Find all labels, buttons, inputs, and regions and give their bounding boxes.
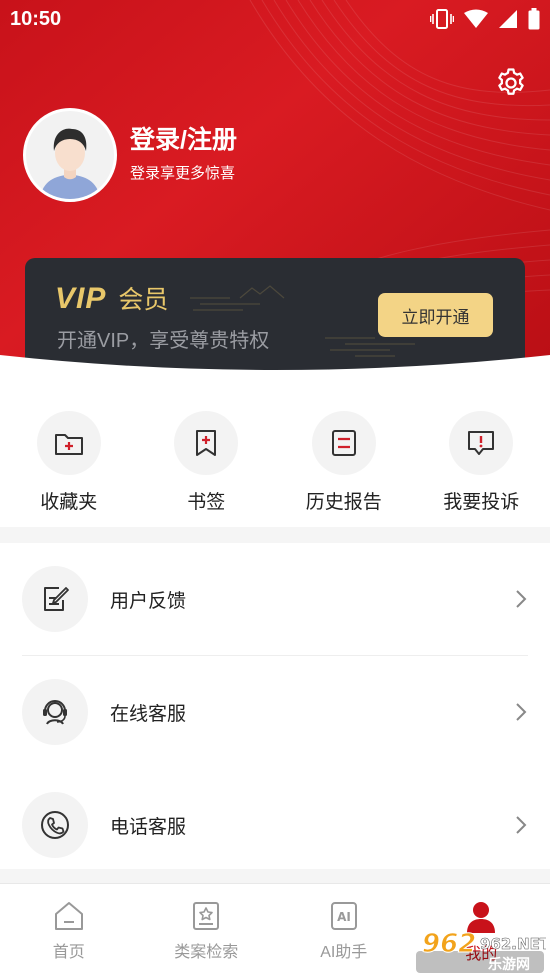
default-avatar-icon (26, 111, 114, 199)
menu-item-online-service[interactable]: 在线客服 (0, 656, 550, 768)
nav-home[interactable]: 首页 (0, 884, 138, 977)
chevron-right-icon (516, 703, 527, 721)
folder-plus-icon (54, 434, 83, 455)
chevron-right-icon (516, 590, 527, 608)
menu-item-feedback[interactable]: 用户反馈 (0, 543, 550, 655)
vip-badge-text: VIP (55, 282, 107, 315)
signal-icon (499, 10, 517, 28)
wifi-icon (464, 9, 488, 28)
watermark-sub: 乐游网 (488, 956, 530, 973)
nav-case-search-label: 类案检索 (174, 944, 239, 961)
menu-feedback-label: 用户反馈 (110, 590, 187, 612)
case-search-icon (193, 902, 220, 930)
login-register-title[interactable]: 登录/注册 (130, 120, 237, 156)
nav-case-search[interactable]: 类案检索 (138, 884, 276, 977)
settings-button[interactable] (492, 64, 530, 102)
quick-history-circle (311, 411, 376, 475)
vip-title: VIP 会员 (55, 280, 168, 316)
quick-actions: 收藏夹 书签 历史报告 我要投诉 (0, 395, 550, 527)
menu-online-service-label: 在线客服 (110, 703, 187, 725)
phone-icon (41, 811, 69, 839)
settings-menu: 用户反馈 在线客服 电话客服 (0, 543, 550, 869)
chevron-right-icon (516, 816, 527, 834)
svg-text:962: 962 (422, 929, 476, 959)
avatar[interactable] (23, 108, 117, 202)
quick-favorites[interactable]: 收藏夹 (0, 395, 138, 527)
vibrate-icon (430, 9, 454, 29)
svg-text:AI: AI (337, 910, 351, 924)
site-watermark: 962 962.NET 乐游网 (416, 929, 546, 973)
nav-home-label: 首页 (52, 944, 85, 961)
menu-online-service-circle (22, 679, 88, 745)
menu-phone-service-label: 电话客服 (110, 816, 187, 838)
nav-ai-assistant[interactable]: AI AI助手 (275, 884, 413, 977)
quick-favorites-label: 收藏夹 (40, 492, 98, 513)
menu-item-phone-service[interactable]: 电话客服 (0, 769, 550, 881)
quick-favorites-circle (36, 411, 101, 475)
status-time: 10:50 (10, 7, 62, 30)
menu-phone-service-circle (22, 792, 88, 858)
bookmark-plus-icon (196, 430, 217, 456)
ai-assistant-icon: AI (330, 902, 357, 930)
quick-complaint-circle (449, 411, 514, 475)
profile-header: 10:50 登录/注册 登录享更多惊喜 VIP 会员 开通VIP，享受尊贵特权 … (0, 0, 550, 400)
status-icons (430, 8, 540, 30)
quick-bookmark-label: 书签 (187, 492, 226, 513)
status-bar: 10:50 (0, 0, 550, 38)
gear-icon (498, 68, 524, 95)
history-report-icon (331, 430, 356, 456)
menu-feedback-circle (22, 566, 88, 632)
complaint-icon (468, 431, 495, 455)
battery-icon (528, 8, 540, 30)
quick-complaint-label: 我要投诉 (443, 492, 520, 513)
login-subtitle: 登录享更多惊喜 (130, 165, 236, 182)
feedback-edit-icon (44, 587, 69, 611)
customer-service-icon (43, 700, 67, 725)
quick-history-report[interactable]: 历史报告 (275, 395, 413, 527)
quick-bookmark[interactable]: 书签 (138, 395, 276, 527)
vip-member-text: 会员 (118, 286, 169, 314)
quick-history-label: 历史报告 (305, 492, 382, 513)
watermark-domain: 962.NET (480, 935, 546, 953)
nav-ai-assistant-label: AI助手 (320, 944, 368, 961)
quick-complaint[interactable]: 我要投诉 (413, 395, 550, 527)
quick-bookmark-circle (174, 411, 239, 475)
open-vip-button[interactable]: 立即开通 (378, 293, 493, 337)
home-icon (54, 902, 83, 930)
